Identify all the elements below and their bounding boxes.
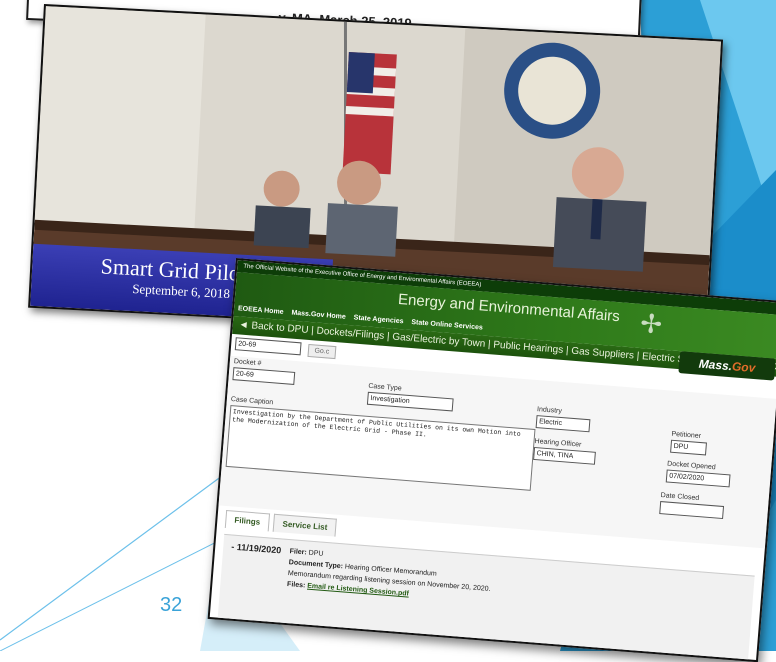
case-caption-field: Case Caption Investigation by the Depart… bbox=[225, 396, 537, 491]
hearing-officer-input[interactable]: CHIN, TINA bbox=[533, 446, 596, 465]
hearing-officer-field: Hearing Officer CHIN, TINA bbox=[533, 438, 597, 465]
slide-number: 32 bbox=[160, 594, 183, 616]
dpu-docket-screenshot: The Official Website of the Executive Of… bbox=[207, 258, 776, 662]
date-closed-field: Date Closed bbox=[659, 492, 725, 520]
petitioner-label: Petitioner bbox=[671, 430, 702, 441]
go-button[interactable]: Go.c bbox=[306, 343, 337, 360]
filing-date: - 11/19/2020 bbox=[230, 541, 282, 556]
nav-state-online-services[interactable]: State Online Services bbox=[411, 319, 483, 332]
industry-field: Industry Electric bbox=[535, 406, 592, 433]
filing-details: Filer: DPU Document Type: Hearing Office… bbox=[286, 548, 491, 598]
nav-eoeea-home[interactable]: EOEEA Home bbox=[238, 305, 284, 316]
docket-number-input[interactable]: 20-69 bbox=[232, 367, 296, 385]
docket-opened-input[interactable]: 07/02/2020 bbox=[665, 469, 731, 488]
petitioner-input[interactable]: DPU bbox=[670, 439, 707, 456]
filer-value: DPU bbox=[308, 549, 324, 558]
nav-massgov-home[interactable]: Mass.Gov Home bbox=[291, 310, 346, 321]
nav-state-agencies[interactable]: State Agencies bbox=[353, 314, 403, 325]
docket-number-field: Docket # 20-69 bbox=[232, 358, 296, 385]
petitioner-field: Petitioner DPU bbox=[670, 431, 708, 456]
tab-service-list[interactable]: Service List bbox=[272, 513, 338, 537]
docket-opened-field: Docket Opened 07/02/2020 bbox=[665, 460, 732, 488]
industry-input[interactable]: Electric bbox=[535, 415, 591, 433]
date-closed-input[interactable] bbox=[659, 501, 725, 520]
tab-filings[interactable]: Filings bbox=[224, 510, 270, 532]
docket-search-input[interactable]: 20-69 bbox=[234, 337, 302, 356]
